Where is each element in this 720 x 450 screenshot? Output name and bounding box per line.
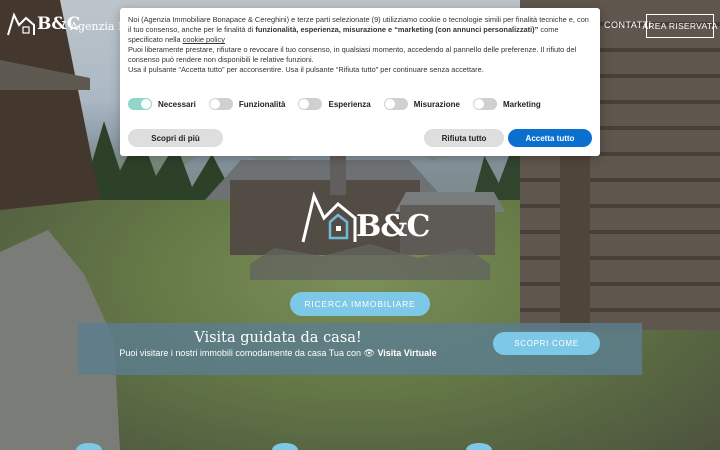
toggle-functionality: Funzionalità <box>208 98 286 110</box>
toggle-marketing: Marketing <box>472 98 541 110</box>
house-logo-icon <box>7 12 35 36</box>
visit-title: Visita guidata da casa! <box>194 330 362 346</box>
toggle-measurement: Misurazione <box>383 98 460 110</box>
real-estate-search-button[interactable]: RICERCA IMMOBILIARE <box>290 292 430 316</box>
visit-subtitle: Puoi visitare i nostri immobili comodame… <box>78 348 478 359</box>
scroll-bubble <box>466 443 492 450</box>
scroll-bubble <box>272 443 298 450</box>
cookie-text: Puoi liberamente prestare, rifiutare o r… <box>128 45 577 65</box>
discover-how-button[interactable]: SCOPRI COME <box>493 332 600 355</box>
toggle-label: Esperienza <box>328 99 371 109</box>
reject-all-button[interactable]: Rifiuta tutto <box>424 129 504 147</box>
reserved-area-button[interactable]: AREA RISERVATA <box>642 14 717 38</box>
necessary-switch[interactable] <box>128 98 152 110</box>
cookie-policy-link[interactable]: cookie policy <box>183 35 225 44</box>
toggle-label: Funzionalità <box>238 99 286 109</box>
cookie-preferences: Necessari Funzionalità Esperienza Misura… <box>128 98 554 110</box>
functionality-switch[interactable] <box>208 98 233 110</box>
accept-all-button[interactable]: Accetta tutto <box>508 129 592 147</box>
cookie-text: Usa il pulsante “Accetta tutto” per acco… <box>128 65 484 75</box>
cookie-consent-dialog: Noi (Agenzia Immobiliare Bonapace & Cere… <box>120 8 600 156</box>
toggle-necessary: Necessari <box>128 98 196 110</box>
hero-logo: B&C <box>300 188 430 246</box>
cookie-description: Noi (Agenzia Immobiliare Bonapace & Cere… <box>128 15 592 76</box>
scroll-bubble <box>76 443 102 450</box>
experience-switch[interactable] <box>298 98 323 110</box>
house-logo-icon <box>301 191 357 243</box>
toggle-label: Necessari <box>158 99 196 109</box>
visit-sub-text: Puoi visitare i nostri immobili comodame… <box>119 348 361 358</box>
virtual-visit-banner: Visita guidata da casa! Puoi visitare i … <box>78 323 642 375</box>
learn-more-button[interactable]: Scopri di più <box>128 129 223 147</box>
cookie-purposes: funzionalità, esperienza, misurazione e … <box>255 25 539 35</box>
toggle-label: Misurazione <box>413 99 460 109</box>
hero-logo-text: B&C <box>356 209 430 244</box>
toggle-label: Marketing <box>502 99 541 109</box>
virtual-visit-label: Visita Virtuale <box>377 348 437 358</box>
marketing-switch[interactable] <box>472 98 497 110</box>
toggle-experience: Esperienza <box>298 98 371 110</box>
measurement-switch[interactable] <box>383 98 408 110</box>
eye-icon: 👁 <box>363 348 375 358</box>
